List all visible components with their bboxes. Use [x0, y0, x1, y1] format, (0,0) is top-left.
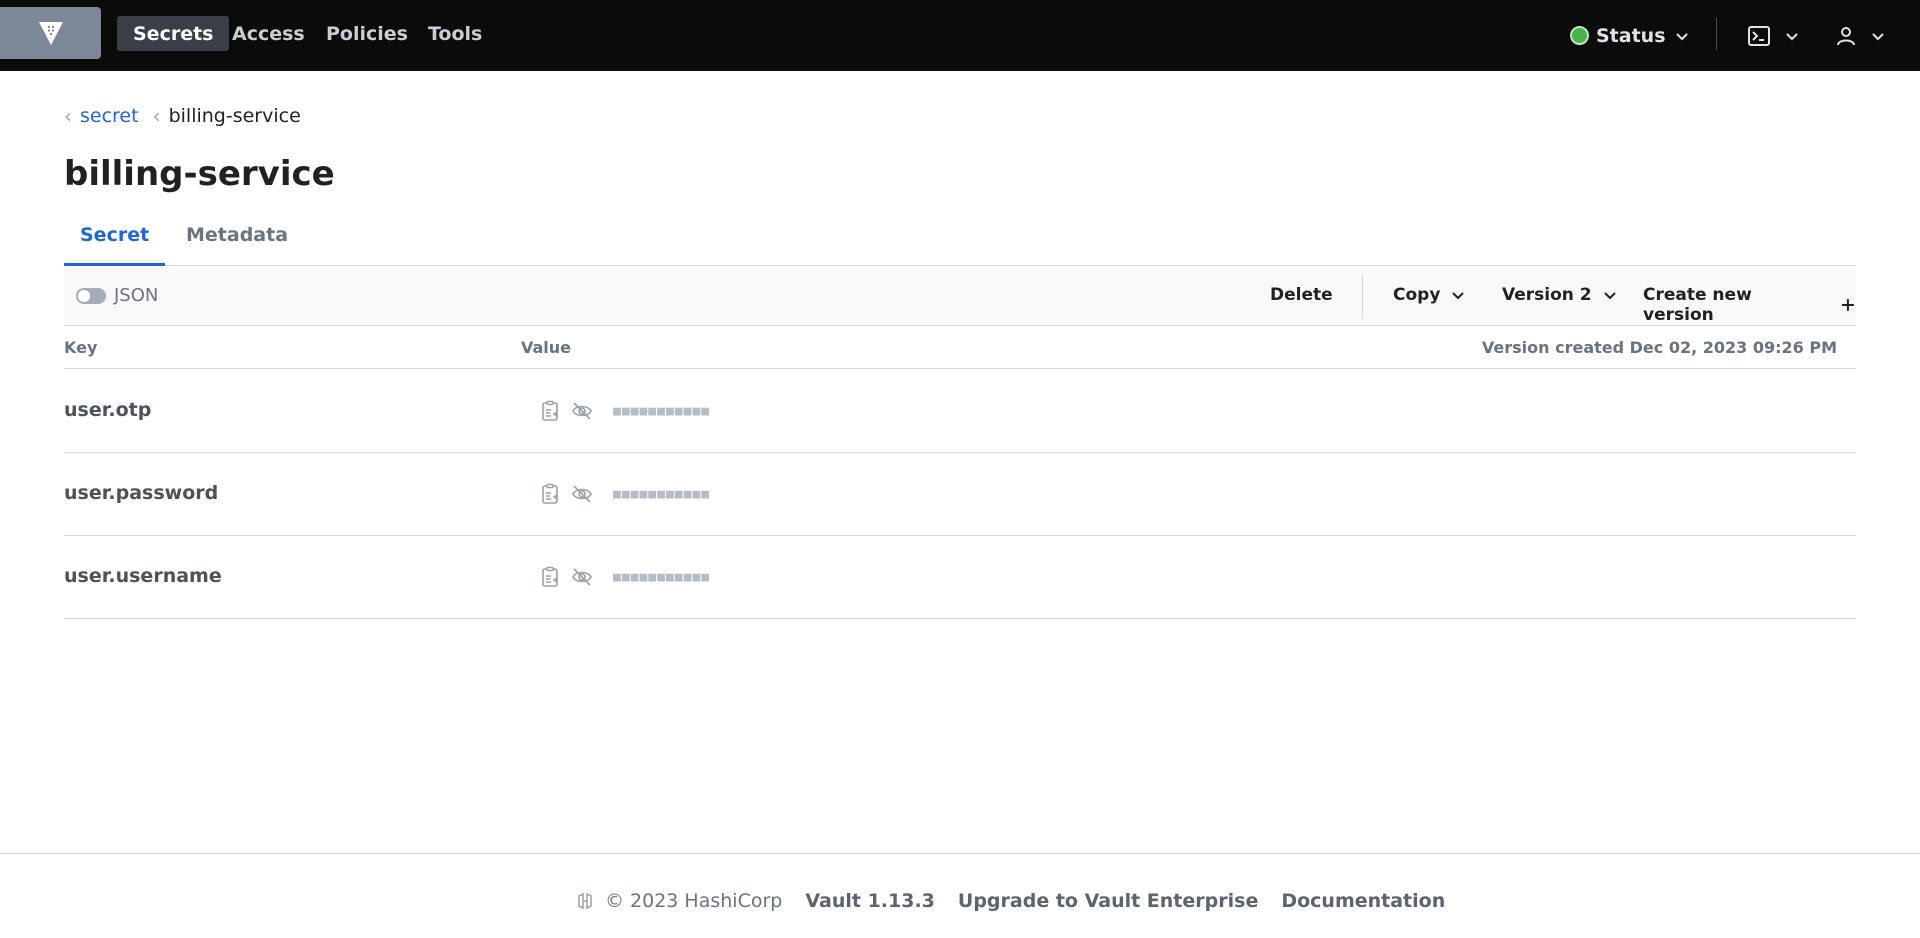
vault-logo-icon [38, 22, 63, 45]
top-navigation: Secrets Access Policies Tools Status [0, 0, 1920, 71]
plus-icon [1842, 299, 1855, 311]
column-header-value: Value [521, 338, 572, 357]
create-new-version-button[interactable]: Create new version [1643, 285, 1856, 325]
secret-key: user.otp [64, 399, 152, 421]
chevron-down-icon [1452, 292, 1465, 300]
secret-key: user.password [64, 482, 219, 504]
clipboard-copy-icon[interactable] [539, 483, 561, 505]
nav-policies[interactable]: Policies [310, 16, 424, 51]
terminal-icon [1748, 25, 1770, 46]
nav-divider [1716, 18, 1717, 50]
table-row: user.username ■■■■■■■■■■■ [64, 536, 1856, 619]
create-new-version-label: Create new version [1643, 285, 1752, 325]
nav-tools[interactable]: Tools [412, 16, 498, 51]
footer-upgrade-link[interactable]: Upgrade to Vault Enterprise [958, 890, 1258, 912]
nav-secrets[interactable]: Secrets [117, 16, 230, 51]
clipboard-copy-icon[interactable] [539, 566, 561, 588]
copy-dropdown[interactable]: Copy [1393, 285, 1466, 305]
table-header: Key Value Version created Dec 02, 2023 0… [64, 327, 1856, 369]
masked-value: ■■■■■■■■■■■ [613, 486, 711, 502]
status-dot-icon [1570, 26, 1589, 45]
table-row: user.otp ■■■■■■■■■■■ [64, 370, 1856, 453]
status-menu[interactable]: Status [1570, 0, 1690, 71]
footer-vault-version[interactable]: Vault 1.13.3 [805, 890, 935, 912]
chevron-left-icon: ‹ [64, 104, 72, 128]
eye-off-icon[interactable] [571, 566, 593, 588]
nav-access[interactable]: Access [216, 16, 321, 51]
secret-toolbar: JSON Delete Copy Version 2 Create new ve… [64, 267, 1856, 326]
table-row: user.password ■■■■■■■■■■■ [64, 453, 1856, 536]
version-dropdown[interactable]: Version 2 [1502, 285, 1618, 305]
footer-documentation-link[interactable]: Documentation [1281, 890, 1445, 912]
page-title: billing-service [64, 154, 335, 194]
delete-button[interactable]: Delete [1270, 285, 1333, 305]
tab-bar: Secret Metadata [64, 218, 1856, 266]
user-menu[interactable] [1836, 0, 1886, 71]
delete-button-label: Delete [1270, 285, 1333, 305]
breadcrumb-link-secret[interactable]: secret [80, 105, 139, 127]
eye-off-icon[interactable] [571, 483, 593, 505]
tab-secret[interactable]: Secret [64, 218, 166, 266]
console-menu[interactable] [1748, 0, 1800, 71]
chevron-down-icon [1872, 32, 1884, 40]
clipboard-copy-icon[interactable] [539, 400, 561, 422]
eye-off-icon[interactable] [571, 400, 593, 422]
tab-metadata[interactable]: Metadata [170, 218, 304, 266]
breadcrumb: ‹ secret ‹ billing-service [64, 104, 301, 128]
footer: © 2023 HashiCorp Vault 1.13.3 Upgrade to… [0, 853, 1920, 938]
chevron-left-icon: ‹ [152, 104, 161, 128]
json-toggle[interactable] [76, 288, 106, 304]
toolbar-divider [1362, 275, 1363, 319]
breadcrumb-current: billing-service [168, 105, 301, 127]
secret-key: user.username [64, 565, 222, 587]
version-created-text: Version created Dec 02, 2023 09:26 PM [1481, 338, 1837, 357]
vault-logo[interactable] [0, 7, 101, 59]
chevron-down-icon [1675, 32, 1688, 40]
version-dropdown-label: Version 2 [1502, 285, 1592, 305]
chevron-down-icon [1786, 32, 1798, 40]
copy-dropdown-label: Copy [1393, 285, 1441, 305]
status-label: Status [1596, 24, 1666, 47]
chevron-down-icon [1603, 292, 1616, 300]
json-toggle-label: JSON [114, 285, 159, 306]
masked-value: ■■■■■■■■■■■ [613, 569, 711, 585]
masked-value: ■■■■■■■■■■■ [613, 403, 711, 419]
user-icon [1837, 26, 1855, 45]
footer-copyright: © 2023 HashiCorp [605, 890, 783, 912]
hashicorp-logo-icon [578, 892, 592, 910]
column-header-key: Key [64, 338, 98, 357]
json-toggle-knob [78, 290, 90, 302]
